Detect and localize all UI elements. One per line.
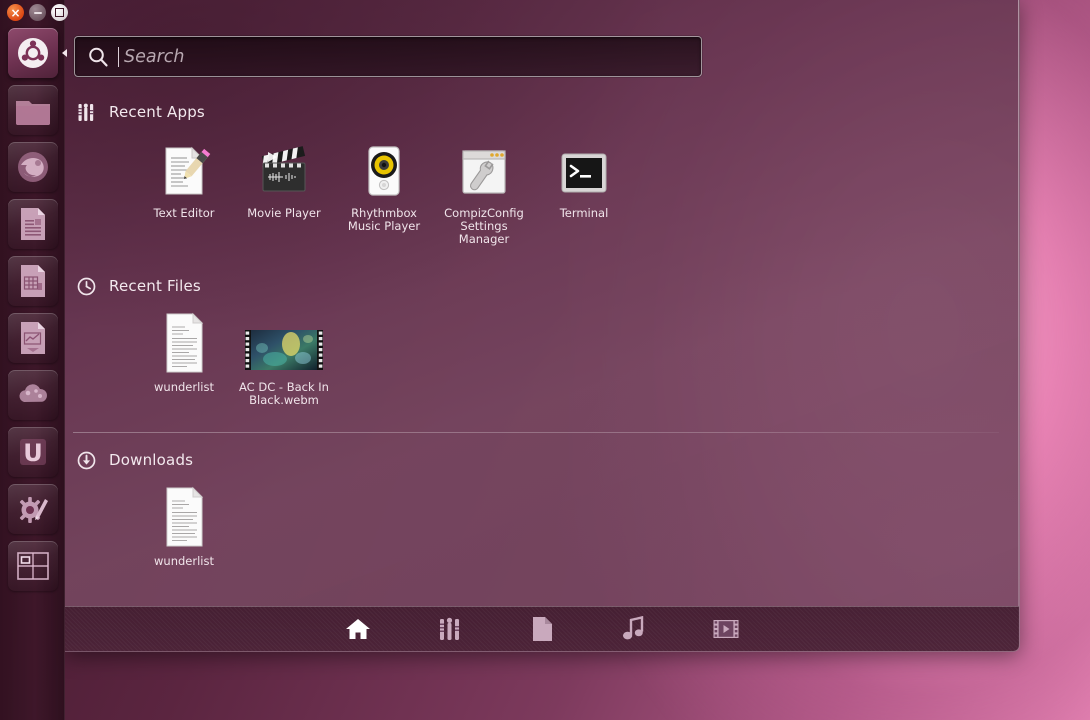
app-tile-rhythmbox[interactable]: Rhythmbox Music Player (334, 130, 434, 246)
rhythmbox-icon (334, 138, 434, 200)
section-title-recent-apps: Recent Apps (109, 103, 205, 121)
ubuntu-one-cloud-icon (15, 380, 51, 410)
terminal-icon (534, 138, 634, 200)
launcher-item-ubuntu-bfb[interactable] (8, 28, 58, 78)
app-tile-compizconfig[interactable]: CompizConfig Settings Manager (434, 130, 534, 246)
lens-music[interactable] (620, 615, 648, 643)
search-caret (118, 47, 119, 67)
section-title-recent-files: Recent Files (109, 277, 201, 295)
dash-right-edge (1018, 0, 1019, 651)
minimize-button[interactable] (29, 4, 46, 21)
search-placeholder: Search (124, 47, 185, 67)
ubuntu-software-center-icon: U (16, 435, 50, 469)
launcher-item-files[interactable] (8, 85, 58, 135)
workspace-switcher-icon (16, 551, 50, 581)
launcher-item-system-settings[interactable] (8, 484, 58, 534)
app-tile-movie-player[interactable]: Movie Player (234, 130, 334, 246)
file-tile-label: AC DC - Back In Black.webm (234, 381, 334, 407)
section-header-recent-apps: Recent Apps (74, 100, 1014, 124)
search-row[interactable]: Search (74, 36, 702, 77)
libreoffice-impress-icon (18, 320, 48, 356)
clock-icon (74, 277, 98, 296)
search-input[interactable]: Search (74, 36, 702, 77)
app-tile-terminal[interactable]: Terminal (534, 130, 634, 246)
window-controls[interactable] (7, 4, 68, 21)
file-tile-video[interactable]: AC DC - Back In Black.webm (234, 304, 334, 407)
compizconfig-icon (434, 138, 534, 200)
files-folder-icon (14, 94, 52, 126)
app-tile-label: Text Editor (134, 207, 234, 220)
section-header-recent-files: Recent Files (74, 274, 1014, 298)
search-icon (87, 46, 109, 68)
libreoffice-writer-icon (18, 206, 48, 242)
movie-player-icon (234, 138, 334, 200)
lens-files[interactable] (528, 615, 556, 643)
launcher-item-libreoffice-impress[interactable] (8, 313, 58, 363)
file-tile-label: wunderlist (134, 555, 234, 568)
download-arrow-icon (74, 451, 98, 470)
unity-launcher[interactable]: U (0, 0, 65, 720)
launcher-item-libreoffice-writer[interactable] (8, 199, 58, 249)
launcher-item-workspace-switcher[interactable] (8, 541, 58, 591)
app-tile-text-editor[interactable]: Text Editor (134, 130, 234, 246)
launcher-items[interactable]: U (0, 26, 65, 598)
lens-home[interactable] (344, 615, 372, 643)
app-tile-label: Terminal (534, 207, 634, 220)
unity-dash: Search Re (65, 0, 1020, 652)
firefox-icon (15, 149, 51, 185)
launcher-item-libreoffice-calc[interactable] (8, 256, 58, 306)
launcher-item-ubuntu-one-cloud[interactable] (8, 370, 58, 420)
app-tile-label: Rhythmbox Music Player (334, 207, 434, 233)
app-tile-label: CompizConfig Settings Manager (434, 207, 534, 246)
recent-apps-tiles[interactable]: Text Editor (134, 130, 1014, 246)
lens-bar[interactable] (65, 606, 1019, 651)
app-tile-label: Movie Player (234, 207, 334, 220)
music-lens-icon (622, 616, 646, 642)
section-downloads: Downloads (74, 448, 1014, 568)
home-lens-icon (345, 617, 371, 641)
section-recent-apps: Recent Apps (74, 100, 1014, 246)
file-tile-label: wunderlist (134, 381, 234, 394)
section-recent-files: Recent Files (74, 274, 1014, 407)
apps-sliders-icon (74, 103, 98, 122)
maximize-button[interactable] (51, 4, 68, 21)
launcher-item-firefox[interactable] (8, 142, 58, 192)
video-lens-icon (713, 618, 739, 640)
video-thumbnail-icon (234, 312, 334, 374)
close-button[interactable] (7, 4, 24, 21)
recent-files-tiles[interactable]: wunderlist (134, 304, 1014, 407)
text-editor-icon (134, 138, 234, 200)
system-settings-icon (16, 492, 50, 526)
files-lens-icon (531, 616, 553, 642)
ubuntu-bfb-icon (16, 36, 50, 70)
applications-lens-icon (438, 617, 462, 641)
svg-text:U: U (23, 439, 43, 467)
section-separator (73, 432, 999, 433)
section-title-downloads: Downloads (109, 451, 193, 469)
libreoffice-calc-icon (18, 263, 48, 299)
file-tile-wunderlist-download[interactable]: wunderlist (134, 478, 234, 568)
text-document-icon (134, 486, 234, 548)
section-header-downloads: Downloads (74, 448, 1014, 472)
file-tile-wunderlist[interactable]: wunderlist (134, 304, 234, 407)
lens-video[interactable] (712, 615, 740, 643)
text-document-icon (134, 312, 234, 374)
lens-applications[interactable] (436, 615, 464, 643)
launcher-active-arrow-icon (62, 49, 67, 57)
downloads-tiles[interactable]: wunderlist (134, 478, 1014, 568)
launcher-item-ubuntu-software-center[interactable]: U (8, 427, 58, 477)
